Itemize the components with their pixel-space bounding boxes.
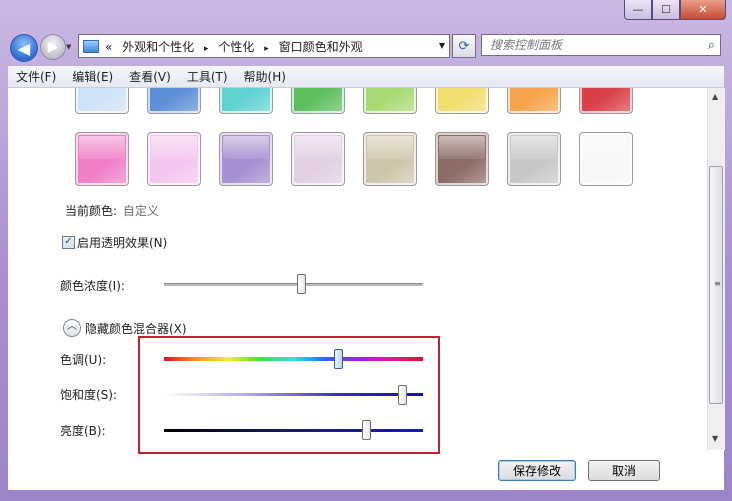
intensity-slider-track[interactable]: [164, 283, 423, 286]
color-swatch[interactable]: [291, 132, 345, 186]
intensity-label: 颜色浓度(I):: [60, 279, 125, 293]
search-input[interactable]: [488, 37, 692, 53]
menu-edit[interactable]: 编辑(E): [64, 68, 121, 85]
vertical-scrollbar[interactable]: ▲ ≡ ▼: [707, 88, 725, 450]
color-swatch[interactable]: [363, 132, 417, 186]
scroll-down-icon[interactable]: ▼: [712, 434, 718, 443]
color-swatch[interactable]: [75, 88, 129, 114]
color-swatch[interactable]: [75, 132, 129, 186]
scrollbar-thumb[interactable]: ≡: [709, 166, 723, 404]
minimize-button[interactable]: —: [624, 0, 652, 20]
color-swatch[interactable]: [435, 132, 489, 186]
checkmark-icon: ✓: [64, 236, 73, 247]
chevron-up-icon: ︿: [67, 321, 77, 332]
close-button[interactable]: ✕: [680, 0, 726, 20]
search-box[interactable]: ⌕: [481, 34, 721, 56]
menu-help[interactable]: 帮助(H): [236, 68, 294, 85]
breadcrumb-separator-icon[interactable]: ▸: [264, 44, 269, 54]
brightness-label: 亮度(B):: [60, 424, 106, 438]
color-swatch[interactable]: [147, 88, 201, 114]
breadcrumb-separator-icon[interactable]: ▸: [204, 44, 209, 54]
menu-bar: 文件(F) 编辑(E) 查看(V) 工具(T) 帮助(H): [8, 66, 724, 88]
button-bar: 保存修改 取消: [8, 450, 724, 490]
forward-arrow-icon: ▶: [47, 39, 59, 55]
navigation-bar: ◀ ▶ ▼ « 外观和个性化 ▸ 个性化 ▸ 窗口颜色和外观 ▼ ⟳ ⌕: [0, 28, 732, 64]
current-color-label: 当前颜色:: [65, 204, 118, 218]
color-swatch[interactable]: [219, 132, 273, 186]
color-swatch[interactable]: [507, 132, 561, 186]
transparency-checkbox[interactable]: ✓: [62, 236, 75, 249]
intensity-slider-thumb[interactable]: [297, 274, 307, 294]
caption-buttons: — ☐ ✕: [624, 0, 726, 20]
hue-label: 色调(U):: [60, 353, 107, 367]
control-panel-icon: [83, 39, 99, 53]
control-panel-window: — ☐ ✕ ◀ ▶ ▼ « 外观和个性化 ▸ 个性化 ▸ 窗口颜色和外观 ▼ ⟳…: [0, 0, 732, 501]
refresh-icon: ⟳: [458, 38, 470, 54]
current-color: 当前颜色: 自定义: [65, 202, 159, 219]
address-dropdown-icon[interactable]: ▼: [439, 41, 445, 50]
highlight-box: [138, 336, 440, 454]
minimize-icon: —: [632, 3, 644, 16]
color-swatch[interactable]: [363, 88, 417, 114]
cancel-button[interactable]: 取消: [588, 460, 660, 481]
close-icon: ✕: [698, 3, 708, 16]
back-button[interactable]: ◀: [10, 34, 38, 62]
refresh-button[interactable]: ⟳: [452, 34, 476, 58]
scrollbar-grip-icon: ≡: [714, 279, 721, 288]
breadcrumb-item-window-color[interactable]: 窗口颜色和外观: [279, 40, 363, 54]
maximize-button[interactable]: ☐: [652, 0, 680, 20]
menu-view[interactable]: 查看(V): [121, 68, 179, 85]
color-swatch[interactable]: [291, 88, 345, 114]
back-arrow-icon: ◀: [17, 38, 31, 58]
address-bar[interactable]: « 外观和个性化 ▸ 个性化 ▸ 窗口颜色和外观 ▼: [78, 34, 450, 58]
search-icon[interactable]: ⌕: [708, 38, 715, 53]
color-swatch[interactable]: [219, 88, 273, 114]
menu-tools[interactable]: 工具(T): [179, 68, 236, 85]
saturation-label: 饱和度(S):: [60, 388, 118, 402]
breadcrumb-item-personalization[interactable]: 个性化: [218, 40, 254, 54]
maximize-icon: ☐: [661, 3, 671, 16]
breadcrumb-item-appearance[interactable]: 外观和个性化: [122, 40, 194, 54]
mixer-toggle-button[interactable]: ︿: [63, 319, 81, 337]
recent-pages-dropdown-icon[interactable]: ▼: [66, 43, 71, 51]
transparency-label[interactable]: 启用透明效果(N): [77, 234, 167, 251]
breadcrumb: « 外观和个性化 ▸ 个性化 ▸ 窗口颜色和外观: [105, 38, 363, 55]
color-swatch[interactable]: [435, 88, 489, 114]
mixer-toggle-label[interactable]: 隐藏颜色混合器(X): [85, 320, 187, 337]
color-swatch[interactable]: [507, 88, 561, 114]
color-swatch[interactable]: [579, 132, 633, 186]
color-swatch[interactable]: [147, 132, 201, 186]
color-swatch[interactable]: [579, 88, 633, 114]
forward-button[interactable]: ▶: [40, 34, 66, 60]
current-color-value: 自定义: [122, 204, 159, 218]
save-button[interactable]: 保存修改: [498, 460, 576, 481]
menu-file[interactable]: 文件(F): [8, 68, 64, 85]
breadcrumb-overflow[interactable]: «: [105, 40, 112, 54]
scroll-up-icon[interactable]: ▲: [712, 92, 718, 101]
